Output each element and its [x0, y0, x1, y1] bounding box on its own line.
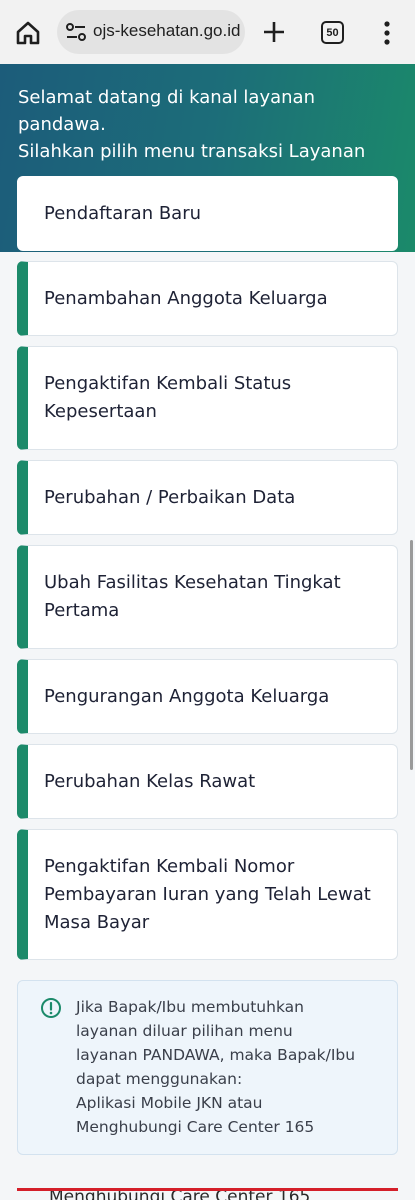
scrollbar-thumb[interactable]: [410, 540, 413, 770]
menu-item-penambahan-anggota[interactable]: Penambahan Anggota Keluarga: [17, 261, 398, 336]
menu-item-label: Pendaftaran Baru: [44, 202, 202, 224]
menu-item-label: Ubah Fasilitas Kesehatan Tingkat Pertama: [44, 572, 341, 621]
welcome-line-2: pandawa.: [18, 114, 106, 135]
home-icon[interactable]: [14, 19, 42, 47]
site-settings-icon[interactable]: [65, 22, 87, 42]
info-text: Jika Bapak/Ibu membutuhkan layanan dilua…: [76, 998, 356, 1136]
browser-toolbar: ojs-kesehatan.go.id 50: [0, 0, 415, 64]
menu-item-pengurangan-anggota[interactable]: Pengurangan Anggota Keluarga: [17, 659, 398, 734]
menu-item-label: Perubahan / Perbaikan Data: [44, 486, 296, 508]
welcome-line-3: Silahkan pilih menu transaksi Layanan: [18, 141, 366, 162]
menu-item-perubahan-kelas[interactable]: Perubahan Kelas Rawat: [17, 744, 398, 819]
menu-item-perubahan-data[interactable]: Perubahan / Perbaikan Data: [17, 460, 398, 535]
menu-item-ubah-faskes[interactable]: Ubah Fasilitas Kesehatan Tingkat Pertama: [17, 545, 398, 649]
menu-item-label: Pengaktifan Kembali Nomor Pembayaran Iur…: [44, 855, 371, 933]
welcome-text: Selamat datang di kanal layanan pandawa.…: [18, 84, 403, 165]
care-center-button[interactable]: Menghubungi Care Center 165: [17, 1188, 398, 1200]
info-circle-icon: [41, 998, 61, 1018]
url-text[interactable]: ojs-kesehatan.go.id: [93, 21, 240, 41]
info-notice: Jika Bapak/Ibu membutuhkan layanan dilua…: [17, 980, 398, 1155]
tab-count: 50: [326, 26, 339, 39]
more-vert-icon[interactable]: [380, 20, 394, 46]
menu-item-label: Pengurangan Anggota Keluarga: [44, 685, 330, 707]
tabs-icon[interactable]: 50: [321, 21, 344, 44]
plus-icon[interactable]: [261, 19, 287, 45]
menu-item-label: Pengaktifan Kembali Status Kepesertaan: [44, 373, 292, 422]
menu-item-label: Penambahan Anggota Keluarga: [44, 287, 328, 309]
welcome-line-1: Selamat datang di kanal layanan: [18, 87, 315, 108]
care-center-label: Menghubungi Care Center 165: [49, 1188, 311, 1200]
menu-item-pengaktifan-nomor-pembayaran[interactable]: Pengaktifan Kembali Nomor Pembayaran Iur…: [17, 829, 398, 960]
address-bar[interactable]: ojs-kesehatan.go.id: [57, 10, 245, 54]
menu-item-label: Perubahan Kelas Rawat: [44, 770, 256, 792]
menu-item-pengaktifan-status[interactable]: Pengaktifan Kembali Status Kepesertaan: [17, 346, 398, 450]
menu-item-pendaftaran-baru[interactable]: Pendaftaran Baru: [17, 176, 398, 251]
